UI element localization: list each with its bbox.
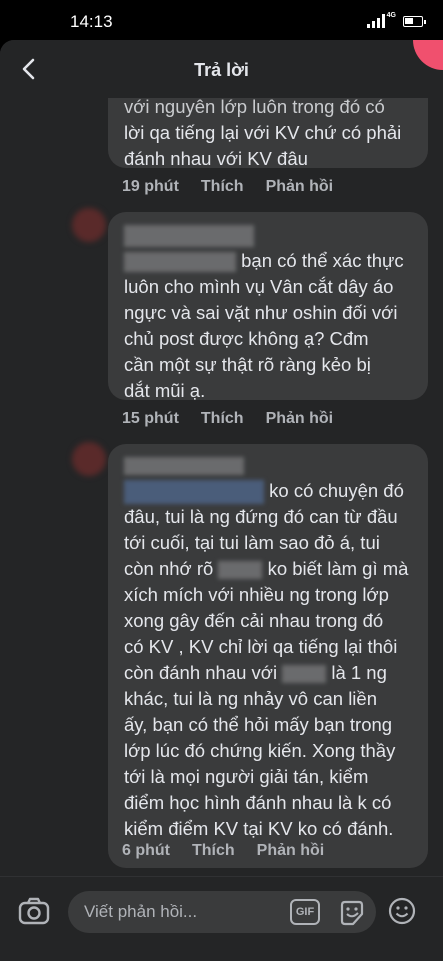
comment-line: điểm học hình đánh nhau là k có xyxy=(124,792,392,814)
sticker-icon[interactable] xyxy=(338,899,366,927)
blurred-mention xyxy=(124,480,264,505)
emoji-icon[interactable] xyxy=(388,897,416,925)
comment-line: đâu, tui là ng đứng đó can từ đầu xyxy=(124,506,398,528)
gif-icon[interactable]: GIF xyxy=(290,899,320,925)
comment-line: xong gây đến cải nhau trong đó xyxy=(124,610,384,632)
comment-line: lớp lúc đó chứng kiến. Xong thầy xyxy=(124,740,396,762)
comment-line: luôn cho mình vụ Vân cắt dây áo xyxy=(124,276,394,297)
like-button[interactable]: Thích xyxy=(192,842,235,860)
comment-line: tới cuối, tại tui làm sao đỏ á, tui xyxy=(124,532,380,554)
comment-bubble: bạn có thể xác thực luôn cho mình vụ Vân… xyxy=(108,212,428,401)
status-time: 14:13 xyxy=(70,12,113,31)
like-button[interactable]: Thích xyxy=(201,410,244,428)
comment-line: kiểm điểm KV tại KV ko có đánh. xyxy=(124,818,394,840)
comment-line: là 1 ng xyxy=(331,662,387,684)
comment-actions: 6 phút Thích Phản hồi xyxy=(122,842,324,860)
page-title: Trả lời xyxy=(194,60,249,80)
comment-line: ko có chuyện đó xyxy=(269,480,404,501)
comment-time: 6 phút xyxy=(122,842,170,859)
network-label: 4G xyxy=(386,12,396,19)
comment-line: tới là mọi người giải tán, kiểm xyxy=(124,766,369,788)
reply-placeholder: Viết phản hồi... xyxy=(84,902,198,921)
comment-time: 15 phút xyxy=(122,410,179,427)
comment-line: lời qa tiếng lại với KV chứ có phải xyxy=(124,122,402,143)
comment-line: ngực và sai vặt như oshin đối với xyxy=(124,302,398,323)
comment-actions: 19 phút Thích Phản hồi xyxy=(122,178,333,196)
comment-line: dắt mũi ạ. xyxy=(124,380,206,401)
status-bar: 14:13 4G xyxy=(0,0,443,42)
comment-line: chủ post được không ạ? Cđm xyxy=(124,328,369,349)
comment-line: còn đánh nhau với xyxy=(124,662,278,684)
reply-composer: Viết phản hồi... GIF xyxy=(0,876,443,961)
reply-input[interactable]: Viết phản hồi... GIF xyxy=(68,891,376,933)
comment-line: ko biết làm gì mà xyxy=(267,558,409,580)
avatar xyxy=(72,208,106,242)
reply-button[interactable]: Phản hồi xyxy=(266,410,334,428)
comment-line: xích mích với nhiều ng trong lớp xyxy=(124,584,389,606)
blurred-mention xyxy=(124,252,236,273)
comment-line: khác, tui là ng nhảy vô can liền xyxy=(124,688,377,710)
comment-line: đánh nhau với KV đâu xyxy=(124,148,308,169)
battery-icon xyxy=(403,16,426,27)
blurred-name xyxy=(218,561,263,580)
comment-line: bạn có thể xác thực xyxy=(241,250,404,271)
reply-button[interactable]: Phản hồi xyxy=(266,178,334,196)
blurred-name xyxy=(124,457,244,476)
avatar xyxy=(72,442,106,476)
comment-time: 19 phút xyxy=(122,178,179,195)
comment-line: có KV , KV chỉ lời qa tiếng lại thôi xyxy=(124,636,398,658)
camera-icon[interactable] xyxy=(18,897,50,925)
comment-bubble: ko có chuyện đó đâu, tui là ng đứng đó c… xyxy=(108,444,428,868)
comment-line: còn nhớ rõ xyxy=(124,558,214,580)
reply-button[interactable]: Phản hồi xyxy=(257,842,325,860)
reply-panel: Trả lời với nguyên lớp luôn trong đó có … xyxy=(0,40,443,960)
blurred-name xyxy=(124,225,254,248)
signal-icon xyxy=(367,14,385,28)
like-button[interactable]: Thích xyxy=(201,178,244,196)
comment-line: cần một sự thật rõ ràng kẻo bị xyxy=(124,354,371,375)
blurred-name xyxy=(282,665,327,684)
comment-actions: 15 phút Thích Phản hồi xyxy=(122,410,333,428)
comment-line: ấy, bạn có thể hỏi mấy bạn trong xyxy=(124,714,393,736)
